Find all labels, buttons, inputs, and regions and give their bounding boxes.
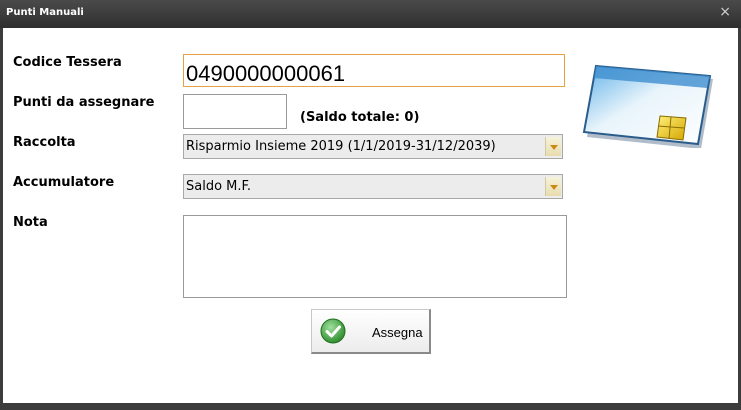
chevron-down-icon[interactable] — [545, 177, 561, 196]
assegna-button[interactable]: Assegna — [311, 309, 431, 354]
nota-textarea[interactable] — [183, 215, 567, 298]
raccolta-select[interactable]: Risparmio Insieme 2019 (1/1/2019-31/12/2… — [183, 134, 563, 159]
punti-input[interactable] — [183, 94, 287, 129]
close-icon[interactable]: × — [719, 4, 731, 20]
chevron-down-icon[interactable] — [545, 137, 561, 156]
dialog-body: Codice Tessera 0490000000061 Punti da as… — [3, 28, 738, 403]
accumulatore-selected-value: Saldo M.F. — [186, 179, 252, 194]
title-bar[interactable]: Punti Manuali × — [0, 0, 741, 28]
accumulatore-select[interactable]: Saldo M.F. — [183, 174, 563, 199]
raccolta-label: Raccolta — [13, 135, 76, 150]
dialog-window: Punti Manuali × Codice Tessera 049000000… — [0, 0, 741, 410]
codice-tessera-input[interactable]: 0490000000061 — [183, 54, 565, 87]
check-circle-icon — [320, 318, 346, 344]
nota-label: Nota — [13, 215, 48, 230]
window-title: Punti Manuali — [6, 7, 84, 18]
saldo-totale-text: (Saldo totale: 0) — [300, 110, 420, 125]
codice-tessera-label: Codice Tessera — [13, 55, 122, 70]
accumulatore-label: Accumulatore — [13, 175, 115, 190]
smart-card-icon — [582, 64, 713, 148]
assegna-label: Assegna — [372, 325, 423, 340]
punti-label: Punti da assegnare — [13, 95, 155, 110]
raccolta-selected-value: Risparmio Insieme 2019 (1/1/2019-31/12/2… — [186, 139, 496, 154]
